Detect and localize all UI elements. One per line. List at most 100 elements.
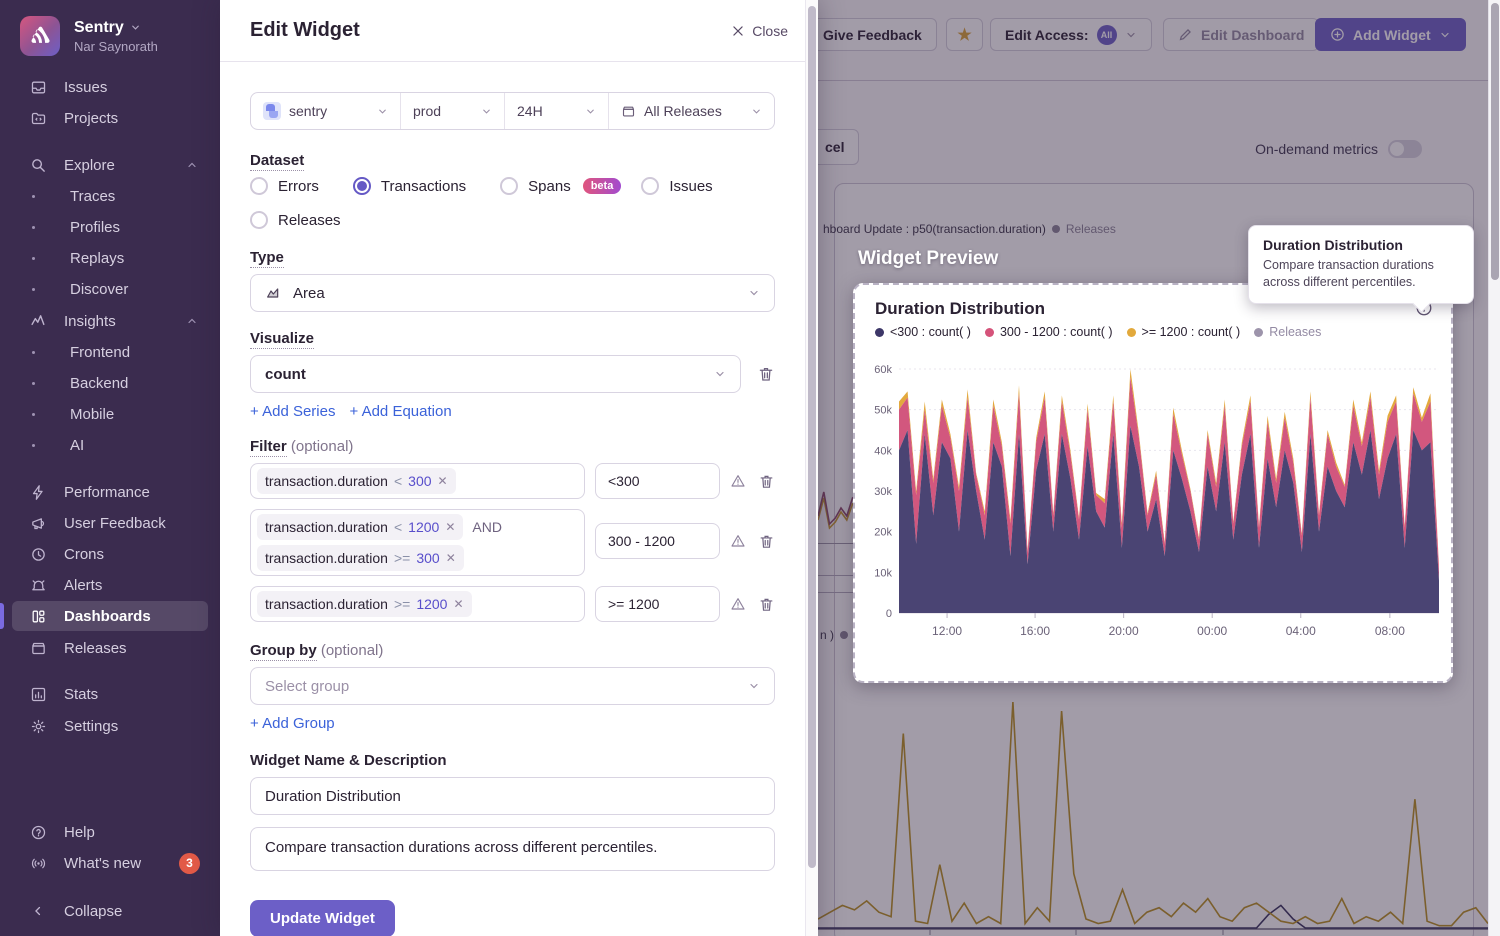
modal-body: sentry prod 24H All Releases Dataset — [220, 92, 818, 936]
chart-type-select[interactable]: Area — [250, 274, 775, 312]
sidebar-item-label: Profiles — [70, 219, 120, 236]
chip-value: 1200 — [416, 596, 447, 612]
help-question-icon — [28, 824, 48, 841]
sidebar-item-performance[interactable]: Performance — [12, 477, 208, 507]
sidebar-item-label: Alerts — [64, 577, 102, 594]
svg-text:16:00: 16:00 — [1020, 624, 1050, 638]
delete-filter-button[interactable] — [758, 596, 775, 613]
filter-chip[interactable]: transaction.duration >= 300 ✕ — [257, 545, 464, 571]
svg-text:60k: 60k — [874, 364, 892, 376]
sidebar-item-releases[interactable]: Releases — [12, 633, 208, 663]
add-group-link[interactable]: + Add Group — [250, 715, 335, 732]
svg-text:00:00: 00:00 — [1197, 624, 1227, 638]
sentry-logo — [20, 16, 60, 56]
legend-item[interactable]: 300 - 1200 : count( ) — [985, 325, 1113, 339]
dashboard-background: Give Feedback ★ Edit Access: All Edit Da… — [818, 0, 1488, 936]
delete-filter-button[interactable] — [758, 533, 775, 550]
legend-dot — [1127, 328, 1136, 337]
inbox-icon — [28, 79, 48, 96]
add-equation-link[interactable]: + Add Equation — [349, 403, 451, 420]
filter-chip[interactable]: transaction.duration >= 1200 ✕ — [257, 591, 472, 617]
visualize-select[interactable]: count — [250, 355, 741, 393]
project-select[interactable]: sentry — [251, 93, 401, 129]
org-switcher[interactable]: Sentry Nar Saynorath — [20, 16, 158, 56]
sidebar-section-insights[interactable]: Insights — [12, 306, 208, 336]
sidebar-item-frontend[interactable]: Frontend — [12, 337, 208, 367]
filter-alias-input[interactable] — [595, 523, 720, 559]
project-value: sentry — [289, 103, 327, 119]
widget-description-textarea[interactable]: Compare transaction durations across dif… — [250, 827, 775, 871]
sidebar-item-stats[interactable]: Stats — [12, 679, 208, 709]
chip-remove-icon[interactable]: ✕ — [445, 520, 455, 534]
sidebar-section-explore[interactable]: Explore — [12, 150, 208, 180]
delete-series-button[interactable] — [757, 365, 775, 383]
radio-errors[interactable]: Errors — [250, 177, 319, 195]
sidebar-item-issues[interactable]: Issues — [12, 72, 208, 102]
sidebar-item-label: Crons — [64, 546, 104, 563]
filter-conditions-field[interactable]: transaction.duration < 300 ✕ — [250, 463, 585, 499]
radio-releases[interactable]: Releases — [250, 211, 341, 229]
add-series-link[interactable]: + Add Series — [250, 403, 335, 420]
releases-select[interactable]: All Releases — [609, 93, 774, 129]
chip-remove-icon[interactable]: ✕ — [453, 597, 463, 611]
chevron-down-icon — [130, 22, 141, 33]
page-scrollbar[interactable] — [1488, 0, 1500, 936]
legend-item-releases[interactable]: Releases — [1254, 325, 1321, 339]
legend-item[interactable]: <300 : count( ) — [875, 325, 971, 339]
python-project-icon — [263, 102, 281, 120]
sidebar-item-projects[interactable]: Projects — [12, 103, 208, 133]
legend-label: 300 - 1200 : count( ) — [1000, 325, 1113, 339]
time-range-select[interactable]: 24H — [505, 93, 609, 129]
legend-item[interactable]: >= 1200 : count( ) — [1127, 325, 1241, 339]
chip-remove-icon[interactable]: ✕ — [438, 474, 448, 488]
widget-name-input[interactable] — [250, 777, 775, 815]
legend-label: <300 : count( ) — [890, 325, 971, 339]
filter-conditions-field[interactable]: transaction.duration >= 1200 ✕ — [250, 586, 585, 622]
close-button[interactable]: Close — [731, 23, 788, 39]
filter-chip[interactable]: transaction.duration < 300 ✕ — [257, 468, 456, 494]
sidebar-item-label: Discover — [70, 281, 128, 298]
sidebar-item-user-feedback[interactable]: User Feedback — [12, 508, 208, 538]
widget-description-tooltip: Duration Distribution Compare transactio… — [1248, 225, 1474, 304]
sidebar-item-profiles[interactable]: Profiles — [12, 212, 208, 242]
modal-scrollbar[interactable] — [805, 0, 818, 936]
sidebar-item-collapse[interactable]: Collapse — [12, 896, 208, 926]
chevron-down-icon — [748, 680, 760, 692]
page-scrollbar-thumb[interactable] — [1491, 3, 1499, 280]
group-by-select[interactable]: Select group — [250, 667, 775, 705]
sidebar-item-crons[interactable]: Crons — [12, 539, 208, 569]
sidebar-item-traces[interactable]: Traces — [12, 181, 208, 211]
sidebar-item-backend[interactable]: Backend — [12, 368, 208, 398]
chevron-down-icon — [377, 106, 388, 117]
sidebar-item-help[interactable]: Help — [12, 817, 208, 847]
sidebar-item-mobile[interactable]: Mobile — [12, 399, 208, 429]
radio-spans[interactable]: Spans — [500, 177, 571, 195]
sidebar-item-alerts[interactable]: Alerts — [12, 570, 208, 600]
filter-conditions-field[interactable]: transaction.duration < 1200 ✕ AND transa… — [250, 509, 585, 576]
filter-alias-input[interactable] — [595, 463, 720, 499]
delete-filter-button[interactable] — [758, 473, 775, 490]
modal-scrollbar-thumb[interactable] — [808, 6, 816, 868]
search-icon — [28, 157, 48, 174]
group-by-label: Group by (optional) — [250, 642, 775, 659]
sidebar-item-dashboards[interactable]: Dashboards — [12, 601, 208, 631]
sidebar-item-settings[interactable]: Settings — [12, 711, 208, 741]
radio-issues[interactable]: Issues — [641, 177, 712, 195]
filter-alias-input[interactable] — [595, 586, 720, 622]
update-widget-button[interactable]: Update Widget — [250, 900, 395, 936]
environment-select[interactable]: prod — [401, 93, 505, 129]
sidebar-item-label: Backend — [70, 375, 128, 392]
radio-label: Releases — [278, 212, 341, 229]
filter-chip[interactable]: transaction.duration < 1200 ✕ — [257, 514, 463, 540]
chip-remove-icon[interactable]: ✕ — [446, 551, 456, 565]
sidebar-item-ai[interactable]: AI — [12, 430, 208, 460]
active-item-accent — [0, 603, 4, 629]
sidebar-item-whats-new[interactable]: What's new 3 — [12, 848, 208, 878]
trash-icon — [757, 365, 775, 383]
sidebar-item-label: What's new — [64, 855, 141, 872]
sidebar-item-replays[interactable]: Replays — [12, 243, 208, 273]
radio-transactions[interactable]: Transactions — [353, 177, 466, 195]
dataset-label: Dataset — [250, 152, 775, 169]
widget-name-section-label: Widget Name & Description — [250, 752, 775, 769]
sidebar-item-discover[interactable]: Discover — [12, 274, 208, 304]
